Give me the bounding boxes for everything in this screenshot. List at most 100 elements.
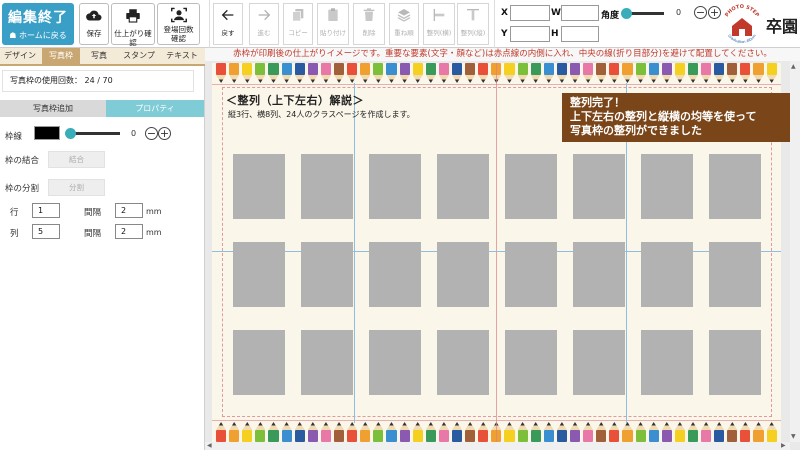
photo-frame[interactable]	[505, 330, 557, 395]
photo-frame[interactable]	[573, 154, 625, 219]
photo-frame[interactable]	[301, 330, 353, 395]
tab-photo-frame[interactable]: 写真枠	[42, 48, 80, 64]
preview-button[interactable]: 仕上がり確認 ⌄	[111, 3, 155, 53]
photo-frame[interactable]	[709, 242, 761, 307]
col-gap-label: 間隔	[84, 229, 102, 239]
photo-frame[interactable]	[709, 330, 761, 395]
toolbar-divider	[494, 0, 495, 48]
banner-line-2: 上下左右の整列と縦横の均等を使って	[570, 110, 757, 123]
copy-label: コピー	[288, 29, 308, 37]
border-increase-button[interactable]: +	[158, 127, 171, 140]
photo-frame[interactable]	[505, 154, 557, 219]
undo-button[interactable]: 戻す	[213, 3, 243, 45]
photo-frame[interactable]	[301, 154, 353, 219]
scroll-left-icon[interactable]: ◀	[207, 442, 212, 449]
subtab-add-frame[interactable]: 写真枠追加	[0, 100, 106, 117]
arrow-left-icon	[214, 7, 242, 29]
scroll-down-icon[interactable]: ▼	[791, 433, 796, 440]
photo-frame[interactable]	[437, 330, 489, 395]
w-label: W	[551, 8, 561, 18]
minus-icon: −	[146, 127, 157, 140]
vertical-scrollbar[interactable]: ▲ ▼	[790, 61, 800, 442]
tab-photo[interactable]: 写真	[82, 48, 116, 64]
photo-frame[interactable]	[641, 242, 693, 307]
photo-frame[interactable]	[233, 330, 285, 395]
panel-tabs: デザイン 写真枠 写真 スタンプ テキスト	[0, 48, 205, 66]
layer-order-label: 重ね順	[394, 29, 414, 37]
photo-frame[interactable]	[369, 242, 421, 307]
redo-button[interactable]: 進む	[249, 3, 279, 45]
h-label: H	[551, 29, 559, 39]
col-count-input[interactable]: 5	[32, 224, 60, 239]
border-decrease-button[interactable]: −	[145, 127, 158, 140]
left-panel: デザイン 写真枠 写真 スタンプ テキスト 写真枠の使用回数： 24 / 70 …	[0, 48, 205, 450]
trash-icon	[354, 7, 384, 29]
tab-text[interactable]: テキスト	[160, 48, 204, 64]
align-vertical-icon	[458, 7, 488, 29]
photo-frame[interactable]	[573, 330, 625, 395]
photo-frame[interactable]	[709, 154, 761, 219]
angle-value: 0	[676, 8, 682, 17]
col-gap-input[interactable]: 2	[115, 224, 143, 239]
horizontal-scrollbar[interactable]: ◀ ▶	[205, 442, 790, 450]
copy-button[interactable]: コピー	[283, 3, 313, 45]
frame-usage-count: 写真枠の使用回数： 24 / 70	[2, 70, 194, 92]
border-color-swatch[interactable]	[34, 126, 60, 140]
row-gap-input[interactable]: 2	[115, 203, 143, 218]
delete-button[interactable]: 削除	[353, 3, 385, 45]
brand-name: 卒園	[766, 17, 799, 36]
finish-edit-label: 編集終了	[8, 10, 68, 26]
layer-order-button[interactable]: 重ね順	[389, 3, 419, 45]
row-count-input[interactable]: 1	[32, 203, 60, 218]
border-width-slider[interactable]	[70, 132, 120, 135]
photo-frame[interactable]	[437, 154, 489, 219]
frame-usage-label: 写真枠の使用回数：	[10, 76, 82, 85]
y-input[interactable]	[510, 26, 550, 42]
save-button[interactable]: 保存	[79, 3, 109, 45]
arrow-right-icon	[250, 7, 278, 29]
finish-edit-button[interactable]: 編集終了 ☗ ホームに戻る	[2, 3, 74, 45]
print-notice: 赤枠が印刷後の仕上がりイメージです。重要な要素(文字・顔など)は赤点線の内側に入…	[205, 48, 800, 61]
photo-frame[interactable]	[641, 330, 693, 395]
border-width-slider-handle[interactable]	[65, 128, 76, 139]
border-width-value: 0	[131, 129, 137, 138]
x-label: X	[501, 8, 508, 18]
scroll-up-icon[interactable]: ▲	[791, 63, 796, 70]
x-input[interactable]	[510, 5, 550, 21]
appearance-count-button[interactable]: 登場回数確認	[157, 3, 200, 45]
home-link[interactable]: ☗ ホームに戻る	[2, 30, 74, 41]
completion-banner: 整列完了！ 上下左右の整列と縦横の均等を使って 写真枠の整列ができました	[562, 93, 790, 142]
align-horizontal-label: 整列(横)	[426, 29, 452, 37]
paste-label: 貼り付け	[320, 29, 346, 37]
tab-design[interactable]: デザイン	[0, 48, 40, 64]
merge-label: 枠の結合	[5, 156, 40, 166]
layers-icon	[390, 7, 418, 29]
paste-button[interactable]: 貼り付け	[317, 3, 349, 45]
w-input[interactable]	[561, 5, 599, 21]
align-horizontal-button[interactable]: 整列(横)	[423, 3, 455, 45]
h-input[interactable]	[561, 26, 599, 42]
photo-frame[interactable]	[505, 242, 557, 307]
merge-button[interactable]: 結合	[48, 151, 105, 168]
angle-slider-handle[interactable]	[621, 8, 632, 19]
banner-line-3: 写真枠の整列ができました	[570, 124, 702, 137]
photo-frame[interactable]	[233, 154, 285, 219]
minus-icon: −	[695, 6, 706, 19]
photo-frame[interactable]	[573, 242, 625, 307]
photo-frame[interactable]	[437, 242, 489, 307]
photo-frame[interactable]	[641, 154, 693, 219]
subtab-properties[interactable]: プロパティ	[106, 100, 204, 117]
photo-frame[interactable]	[301, 242, 353, 307]
redo-label: 進む	[257, 29, 271, 37]
photo-frame[interactable]	[233, 242, 285, 307]
photo-frame[interactable]	[369, 154, 421, 219]
brand-logo: PHOTO STEP Graduation Album	[720, 2, 764, 46]
angle-decrease-button[interactable]: −	[694, 6, 707, 19]
photo-frame[interactable]	[369, 330, 421, 395]
scroll-right-icon[interactable]: ▶	[781, 442, 786, 449]
tab-stamp[interactable]: スタンプ	[118, 48, 160, 64]
toolbar-divider	[209, 0, 210, 48]
split-button[interactable]: 分割	[48, 179, 105, 196]
row-gap-label: 間隔	[84, 208, 102, 218]
align-vertical-button[interactable]: 整列(縦)	[457, 3, 489, 45]
